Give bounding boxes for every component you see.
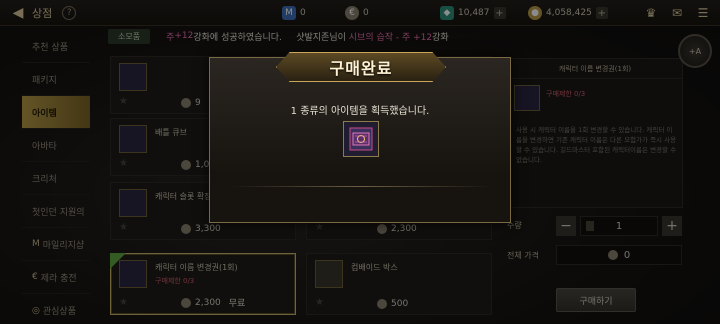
dialog-message: 1 종류의 아이템을 획득했습니다. [290,106,430,117]
dialog-title: 구매완료 [329,59,393,78]
purchase-complete-dialog: 구매완료 1 종류의 아이템을 획득했습니다. [209,52,511,223]
acquired-item-icon[interactable] [343,121,379,157]
dialog-title-banner: 구매완료 [276,52,446,82]
name-change-ticket-icon [349,127,373,151]
dialog-divider [230,186,492,187]
